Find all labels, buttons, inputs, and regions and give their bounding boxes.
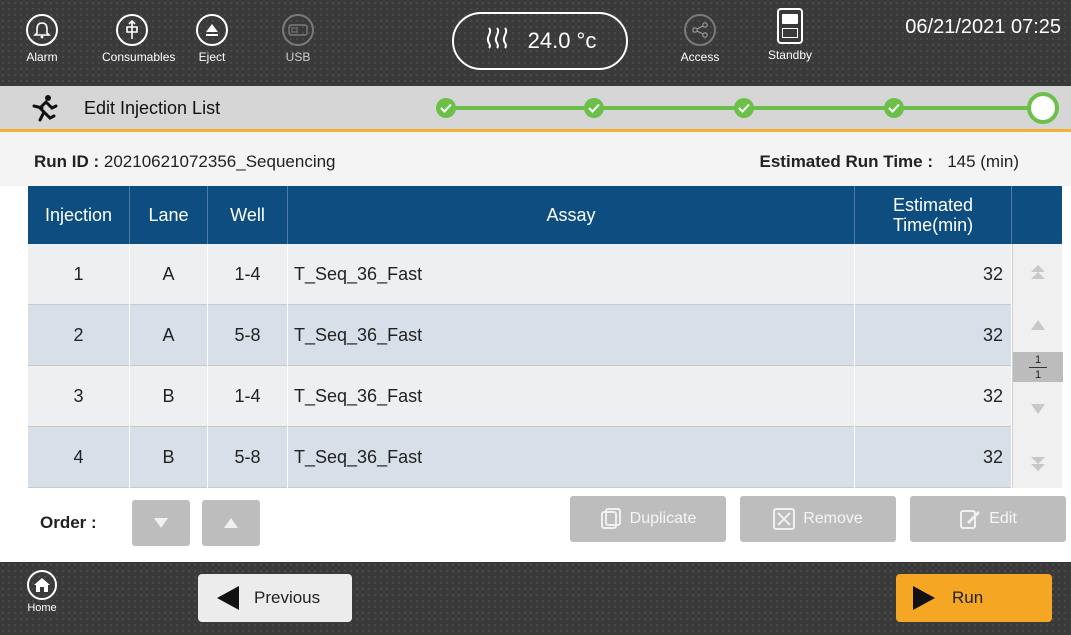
order-down-button[interactable] — [132, 500, 190, 546]
cell-lane: B — [130, 366, 208, 427]
duplicate-icon — [600, 508, 621, 529]
temperature-value: 24.0 °c — [527, 28, 597, 53]
usb-icon — [282, 14, 314, 46]
cell-estimated-time: 32 — [855, 305, 1012, 366]
table-row[interactable]: 2 A 5-8 T_Seq_36_Fast 32 — [28, 305, 1012, 366]
table-row[interactable]: 1 A 1-4 T_Seq_36_Fast 32 — [28, 244, 1012, 305]
temperature-display: 24.0 °c — [452, 12, 628, 70]
cell-estimated-time: 32 — [855, 366, 1012, 427]
cell-assay: T_Seq_36_Fast — [288, 244, 855, 305]
cell-lane: A — [130, 244, 208, 305]
header-lane: Lane — [130, 186, 208, 244]
cell-injection: 3 — [28, 366, 130, 427]
arrow-down-icon — [154, 518, 168, 528]
run-info: Run ID : 20210621072356_Sequencing Estim… — [0, 132, 1071, 186]
step-title: Edit Injection List — [84, 98, 221, 118]
estimated-run-time-value: 145 (min) — [947, 152, 1019, 171]
usb-label: USB — [285, 50, 311, 64]
remove-label: Remove — [803, 510, 863, 527]
access-label: Access — [680, 50, 720, 64]
cell-well: 5-8 — [208, 305, 288, 366]
scroll-down-icon[interactable] — [1013, 380, 1063, 438]
cell-estimated-time: 32 — [855, 244, 1012, 305]
cell-well: 1-4 — [208, 366, 288, 427]
step-complete-icon — [436, 98, 456, 118]
order-up-button[interactable] — [202, 500, 260, 546]
scroll-bottom-icon[interactable] — [1013, 434, 1063, 492]
cell-injection: 2 — [28, 305, 130, 366]
consumables-icon — [116, 14, 148, 46]
edit-button[interactable]: Edit — [910, 496, 1066, 542]
remove-icon — [773, 508, 796, 530]
eject-button[interactable]: Eject — [182, 8, 242, 80]
cell-well: 1-4 — [208, 244, 288, 305]
heat-icon — [484, 25, 510, 57]
table-row[interactable]: 3 B 1-4 T_Seq_36_Fast 32 — [28, 366, 1012, 427]
standby-icon — [777, 8, 803, 44]
bell-icon — [26, 14, 58, 46]
previous-button[interactable]: Previous — [198, 574, 352, 622]
access-button[interactable]: Access — [670, 8, 730, 80]
eject-icon — [196, 14, 228, 46]
eject-label: Eject — [198, 50, 226, 64]
table-row[interactable]: 4 B 5-8 T_Seq_36_Fast 32 — [28, 427, 1012, 488]
scroll-top-icon[interactable] — [1013, 244, 1063, 302]
cell-injection: 1 — [28, 244, 130, 305]
order-label: Order : — [40, 513, 97, 532]
arrow-up-icon — [224, 518, 238, 528]
cell-assay: T_Seq_36_Fast — [288, 366, 855, 427]
run-button[interactable]: Run — [896, 574, 1052, 622]
step-complete-icon — [734, 98, 754, 118]
alarm-button[interactable]: Alarm — [12, 8, 72, 80]
cell-lane: A — [130, 305, 208, 366]
alarm-label: Alarm — [26, 50, 58, 64]
run-label: Run — [952, 588, 984, 607]
table-header: Injection Lane Well Assay Estimated Time… — [28, 186, 1062, 244]
previous-label: Previous — [254, 588, 321, 607]
estimated-run-time: Estimated Run Time : 145 (min) — [760, 152, 1019, 172]
edit-label: Edit — [989, 510, 1017, 527]
share-icon — [684, 14, 716, 46]
footer-bar: Home Previous Run — [0, 562, 1071, 635]
home-button[interactable]: Home — [22, 570, 62, 614]
cell-lane: B — [130, 427, 208, 488]
step-complete-icon — [584, 98, 604, 118]
standby-button[interactable]: Standby — [760, 8, 820, 80]
remove-button[interactable]: Remove — [740, 496, 896, 542]
cell-injection: 4 — [28, 427, 130, 488]
cell-estimated-time: 32 — [855, 427, 1012, 488]
datetime: 06/21/2021 07:25 — [905, 16, 1061, 38]
runner-icon — [30, 94, 58, 129]
run-id-label: Run ID : — [34, 152, 100, 171]
step-bar: Edit Injection List — [0, 86, 1071, 132]
header-injection: Injection — [28, 186, 130, 244]
consumables-button[interactable]: Consumables — [102, 8, 176, 80]
home-icon — [27, 570, 57, 600]
header-estimated-time: Estimated Time(min) — [855, 186, 1012, 244]
page-current: 1 — [1034, 354, 1042, 366]
home-label: Home — [27, 602, 57, 614]
step-current-icon — [1027, 92, 1059, 124]
run-id: Run ID : 20210621072356_Sequencing — [34, 152, 336, 172]
play-icon — [913, 586, 935, 610]
edit-icon — [960, 510, 981, 529]
consumables-label: Consumables — [102, 50, 176, 64]
arrow-left-icon — [217, 586, 239, 610]
top-bar: Alarm Consumables Eject USB 24.0 °c Acce… — [0, 0, 1071, 86]
header-assay: Assay — [288, 186, 855, 244]
cell-well: 5-8 — [208, 427, 288, 488]
step-complete-icon — [884, 98, 904, 118]
estimated-run-time-label: Estimated Run Time : — [759, 152, 934, 171]
standby-label: Standby — [767, 48, 813, 62]
run-id-value: 20210621072356_Sequencing — [103, 152, 336, 171]
duplicate-button[interactable]: Duplicate — [570, 496, 726, 542]
table-scrollbar[interactable]: 1 1 — [1012, 244, 1063, 488]
header-well: Well — [208, 186, 288, 244]
usb-button[interactable]: USB — [268, 8, 328, 80]
cell-assay: T_Seq_36_Fast — [288, 305, 855, 366]
cell-assay: T_Seq_36_Fast — [288, 427, 855, 488]
scroll-up-icon[interactable] — [1013, 296, 1063, 354]
duplicate-label: Duplicate — [629, 510, 697, 527]
page-indicator: 1 1 — [1013, 352, 1063, 382]
